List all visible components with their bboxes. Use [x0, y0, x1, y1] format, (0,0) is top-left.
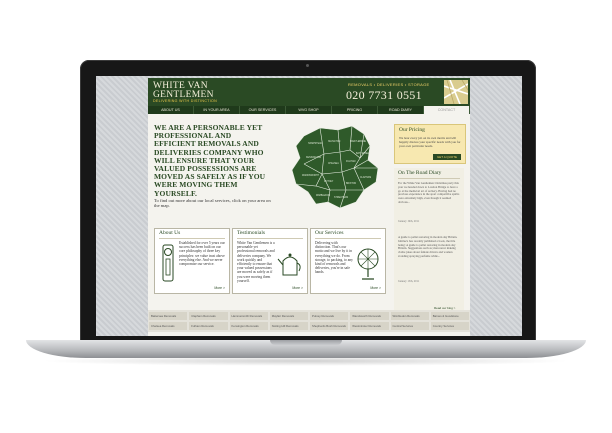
about-us-box: About Us Established for over 5 years ou…: [154, 228, 230, 294]
box-title[interactable]: Our Services: [315, 230, 344, 236]
map-area-label[interactable]: WIMBLEDON: [316, 195, 331, 197]
map-area-label[interactable]: FULHAM: [346, 160, 356, 163]
map-area-label[interactable]: CLAPHAM: [360, 176, 371, 179]
footer-link[interactable]: Notting Hill Removals: [269, 322, 308, 330]
footer-link[interactable]: Central Services: [390, 322, 429, 330]
map-area-label[interactable]: WANDSWORTH: [302, 174, 319, 177]
main-nav: ABOUT US IN YOUR AREA OUR SERVICES WVG S…: [148, 106, 470, 114]
map-area-label[interactable]: CHELSEA: [328, 162, 339, 165]
road-diary-panel: On The Road Diary For the White Van Gent…: [394, 168, 464, 318]
map-area-label[interactable]: BATTERSEA: [356, 152, 370, 155]
logo-tagline: DELIVERING WITH DISTINCTION: [153, 99, 218, 103]
diary-entry: A guide to pellet restoring in modern da…: [398, 235, 458, 258]
footer-link[interactable]: Barnes & Goodstone: [430, 312, 469, 320]
box-text: Established for over 5 years our success…: [179, 241, 225, 267]
diary-date: January 15th, 2011: [398, 280, 420, 283]
nav-road-diary[interactable]: ROAD DIARY: [378, 106, 424, 114]
testimonials-box: Testimonials White Van Gentlemen is a pe…: [232, 228, 308, 294]
site-header: WHITE VAN GENTLEMEN DELIVERING WITH DIST…: [148, 78, 470, 106]
footer-link[interactable]: Fulham Removals: [189, 322, 228, 330]
pricing-text: We bear every job on its own merits and …: [399, 136, 461, 148]
street-map-icon: [444, 80, 468, 104]
our-services-box: Our Services Delivering with distinction…: [310, 228, 386, 294]
box-text: White Van Gentlemen is a personable yet …: [237, 241, 275, 283]
nav-our-services[interactable]: OUR SERVICES: [240, 106, 286, 114]
more-link[interactable]: More >: [370, 286, 381, 290]
box-title[interactable]: Testimonials: [237, 230, 265, 236]
phone-number: 020 7731 0551: [346, 88, 422, 102]
map-area-label[interactable]: STREATHAM: [334, 196, 348, 199]
pricing-panel: Our Pricing We bear every job on its own…: [394, 124, 466, 164]
more-link[interactable]: More >: [292, 286, 303, 290]
footer-link[interactable]: Chelsea Removals: [149, 322, 188, 330]
hero-subtitle: To find out more about our local service…: [154, 198, 271, 209]
divider: [237, 238, 303, 239]
footer-link[interactable]: Clapham Removals: [189, 312, 228, 320]
divider: [159, 238, 225, 239]
box-title[interactable]: About Us: [159, 230, 180, 236]
grandfather-clock-icon: [162, 244, 174, 282]
fan-icon: [357, 248, 379, 280]
footer-links: Battersea Removals Clapham Removals Hamm…: [148, 310, 470, 332]
footer-link[interactable]: Putney Removals: [310, 312, 349, 320]
map-area-label[interactable]: BRIXTON: [346, 183, 357, 185]
footer-link[interactable]: Country Services: [430, 322, 469, 330]
map-area-label[interactable]: HAMPSTEAD: [308, 142, 323, 145]
nav-wvg-shop[interactable]: WVG SHOP: [286, 106, 332, 114]
footer-row: Battersea Removals Clapham Removals Hamm…: [148, 312, 470, 320]
divider: [398, 178, 460, 179]
diary-entry: For the White Van Gentlemen Christmas pa…: [398, 181, 460, 204]
divider: [315, 238, 381, 239]
box-text: Delivering with distinction. That's our …: [315, 241, 353, 275]
get-a-quote-button[interactable]: GET A QUOTE: [433, 154, 461, 160]
footer-link[interactable]: Wimbledon Removals: [390, 312, 429, 320]
camera-icon: [306, 64, 309, 67]
website: WHITE VAN GENTLEMEN DELIVERING WITH DIST…: [148, 78, 470, 336]
pricing-title: Our Pricing: [399, 127, 425, 133]
footer-link[interactable]: Kensington Removals: [229, 322, 268, 330]
nav-about-us[interactable]: ABOUT US: [148, 106, 194, 114]
more-link[interactable]: More >: [214, 286, 225, 290]
services-strapline: REMOVALS • DELIVERIES • STORAGE: [348, 82, 430, 87]
footer-link[interactable]: Hammersmith Removals: [229, 312, 268, 320]
laptop-screen: WHITE VAN GENTLEMEN DELIVERING WITH DIST…: [96, 76, 522, 336]
diary-date: January 19th, 2011: [398, 220, 420, 223]
nav-in-your-area[interactable]: IN YOUR AREA: [194, 106, 240, 114]
footer-row: Chelsea Removals Fulham Removals Kensing…: [148, 322, 470, 330]
map-area-label[interactable]: ISLINGTON: [328, 141, 341, 143]
laptop-notch: [270, 340, 342, 345]
map-area-label[interactable]: PUTNEY: [324, 181, 334, 183]
footer-link[interactable]: Battersea Removals: [149, 312, 188, 320]
hero-title: WE ARE A PERSONABLE YET PROFESSIONAL AND…: [154, 123, 266, 198]
footer-link[interactable]: Wandsworth Removals: [350, 312, 389, 320]
diary-title[interactable]: On The Road Diary: [398, 170, 441, 176]
footer-link[interactable]: Mayfair Removals: [269, 312, 308, 320]
map-area-label[interactable]: MARYLEBONE: [350, 140, 366, 143]
map-area-label[interactable]: KENSINGTON: [306, 157, 321, 159]
footer-link[interactable]: Shepherds Bush Removals: [310, 322, 349, 330]
footer-link[interactable]: Westminster Removals: [350, 322, 389, 330]
hero-section: WE ARE A PERSONABLE YET PROFESSIONAL AND…: [154, 123, 386, 210]
london-area-map[interactable]: HAMPSTEAD ISLINGTON MARYLEBONE KENSINGTO…: [290, 124, 386, 210]
teapot-icon: [277, 253, 301, 276]
nav-pricing[interactable]: PRICING: [332, 106, 378, 114]
nav-contact[interactable]: CONTACT: [424, 106, 470, 114]
